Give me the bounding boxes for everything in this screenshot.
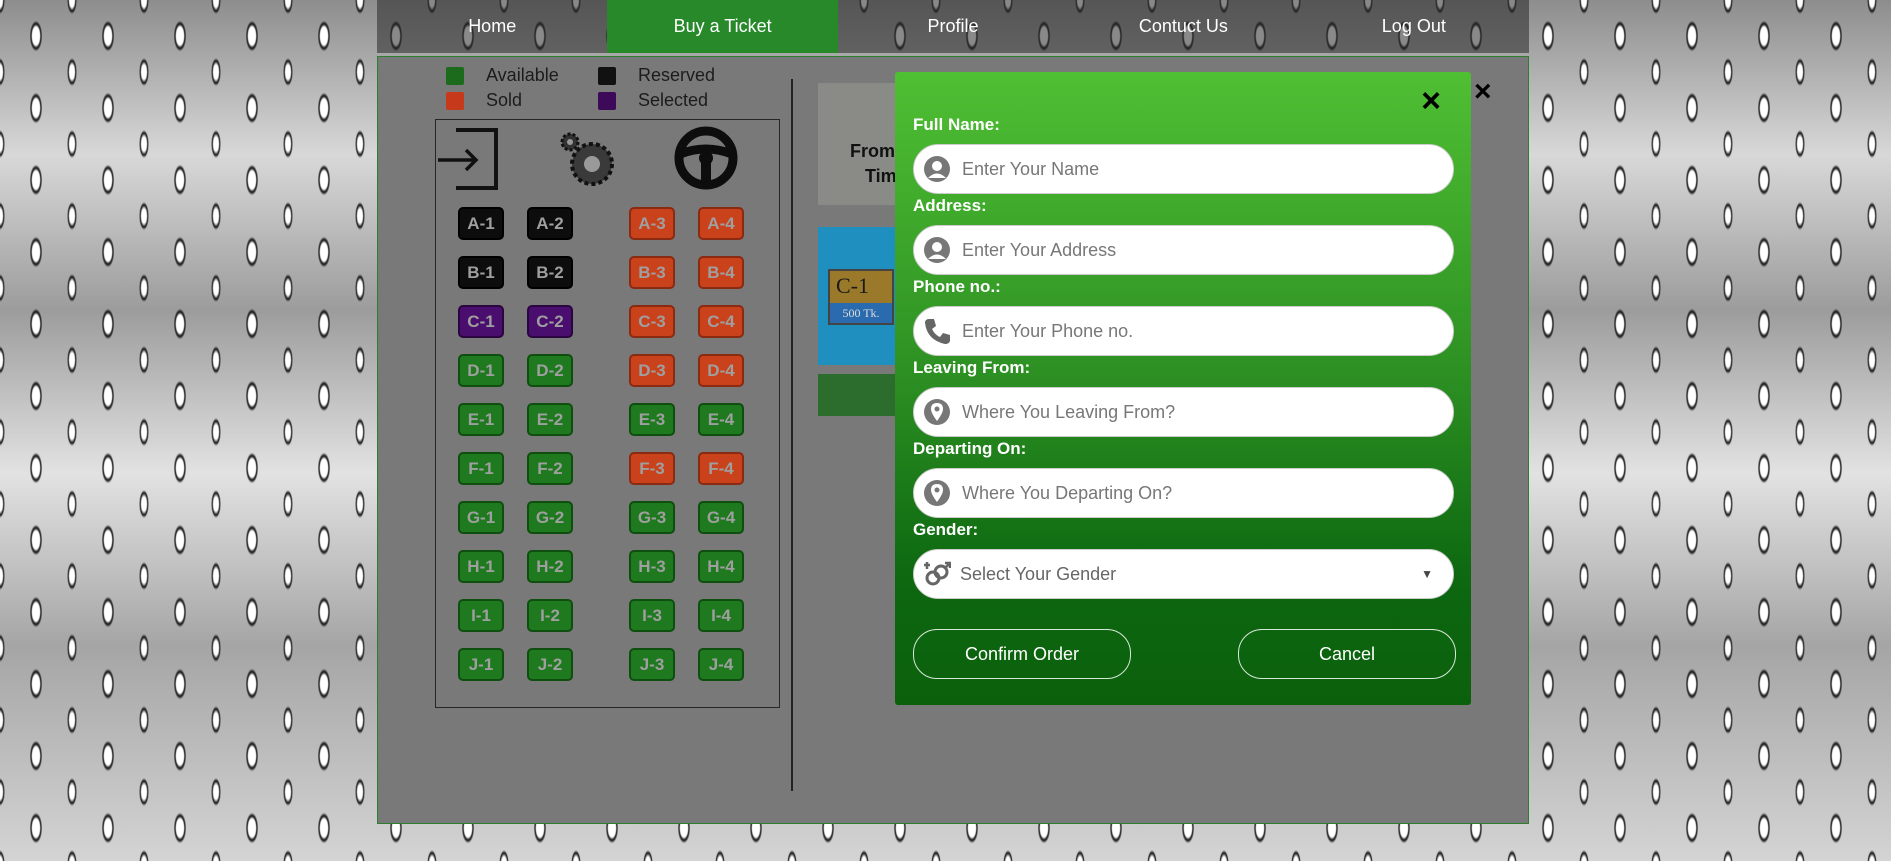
seat-h-2[interactable]: H-2 xyxy=(527,550,573,583)
seat-e-2[interactable]: E-2 xyxy=(527,403,573,436)
seat-f-4[interactable]: F-4 xyxy=(698,452,744,485)
seat-b-3[interactable]: B-3 xyxy=(629,256,675,289)
leaving-from-field xyxy=(913,387,1454,437)
seat-e-3[interactable]: E-3 xyxy=(629,403,675,436)
seat-b-1[interactable]: B-1 xyxy=(458,256,504,289)
cancel-button[interactable]: Cancel xyxy=(1238,629,1456,679)
leaving-from-input[interactable] xyxy=(960,388,1453,436)
legend-available-label: Available xyxy=(486,65,559,85)
gender-select[interactable]: Select Your Gender ▼ xyxy=(913,549,1454,599)
sold-swatch xyxy=(446,91,464,110)
seat-e-4[interactable]: E-4 xyxy=(698,403,744,436)
legend-available: Available xyxy=(446,65,559,86)
full-name-input[interactable] xyxy=(960,145,1453,193)
seat-g-1[interactable]: G-1 xyxy=(458,501,504,534)
seat-a-3[interactable]: A-3 xyxy=(629,207,675,240)
seat-c-2[interactable]: C-2 xyxy=(527,305,573,338)
steering-wheel-icon xyxy=(674,126,738,190)
departing-on-label: Departing On: xyxy=(913,439,1027,458)
user-icon xyxy=(922,235,952,265)
full-name-field xyxy=(913,144,1454,194)
address-label: Address: xyxy=(913,196,987,215)
seat-d-4[interactable]: D-4 xyxy=(698,354,744,387)
confirm-order-button[interactable]: Confirm Order xyxy=(913,629,1131,679)
panel-close-icon[interactable]: × xyxy=(1474,75,1492,109)
top-nav: Home Buy a Ticket Profile Contuct Us Log… xyxy=(377,0,1529,53)
seat-i-2[interactable]: I-2 xyxy=(527,599,573,632)
seat-f-2[interactable]: F-2 xyxy=(527,452,573,485)
nav-logout[interactable]: Log Out xyxy=(1299,0,1529,53)
ticket-seat-badge: C-1 500 Tk. xyxy=(828,269,894,325)
departing-on-input[interactable] xyxy=(960,469,1453,517)
legend-selected-label: Selected xyxy=(638,90,709,110)
seat-j-1[interactable]: J-1 xyxy=(458,648,504,681)
seat-a-2[interactable]: A-2 xyxy=(527,207,573,240)
engine-icon xyxy=(560,132,614,186)
nav-contact[interactable]: Contuct Us xyxy=(1068,0,1298,53)
selected-swatch xyxy=(598,91,616,110)
seat-f-3[interactable]: F-3 xyxy=(629,452,675,485)
seat-c-3[interactable]: C-3 xyxy=(629,305,675,338)
seat-d-1[interactable]: D-1 xyxy=(458,354,504,387)
seat-c-4[interactable]: C-4 xyxy=(698,305,744,338)
chevron-down-icon: ▼ xyxy=(1421,567,1433,581)
phone-label: Phone no.: xyxy=(913,277,1001,296)
nav-home[interactable]: Home xyxy=(377,0,607,53)
seat-i-3[interactable]: I-3 xyxy=(629,599,675,632)
seat-j-2[interactable]: J-2 xyxy=(527,648,573,681)
legend-sold: Sold xyxy=(446,90,522,111)
phone-field xyxy=(913,306,1454,356)
seat-map: A-1 A-2 A-3 A-4 B-1 B-2 B-3 B-4 C-1 C-2 C-3 C-4 D-1 D… xyxy=(435,119,780,708)
seat-h-3[interactable]: H-3 xyxy=(629,550,675,583)
available-swatch xyxy=(446,66,464,85)
ticket-seat-label: C-1 xyxy=(836,273,869,298)
seat-i-1[interactable]: I-1 xyxy=(458,599,504,632)
seat-g-2[interactable]: G-2 xyxy=(527,501,573,534)
nav-buy-ticket[interactable]: Buy a Ticket xyxy=(607,0,838,53)
seat-d-3[interactable]: D-3 xyxy=(629,354,675,387)
seat-i-4[interactable]: I-4 xyxy=(698,599,744,632)
leaving-from-label: Leaving From: xyxy=(913,358,1031,377)
seat-j-4[interactable]: J-4 xyxy=(698,648,744,681)
ticket-price: 500 Tk. xyxy=(830,303,892,323)
nav-profile[interactable]: Profile xyxy=(838,0,1068,53)
seat-a-4[interactable]: A-4 xyxy=(698,207,744,240)
seat-f-1[interactable]: F-1 xyxy=(458,452,504,485)
legend-sold-label: Sold xyxy=(486,90,523,110)
seat-h-4[interactable]: H-4 xyxy=(698,550,744,583)
seat-h-1[interactable]: H-1 xyxy=(458,550,504,583)
phone-icon xyxy=(922,316,952,346)
location-pin-icon xyxy=(922,478,952,508)
seat-b-4[interactable]: B-4 xyxy=(698,256,744,289)
exit-icon xyxy=(438,128,498,190)
location-pin-icon xyxy=(922,397,952,427)
seat-g-4[interactable]: G-4 xyxy=(698,501,744,534)
seat-e-1[interactable]: E-1 xyxy=(458,403,504,436)
gender-label: Gender: xyxy=(913,520,979,539)
seat-g-3[interactable]: G-3 xyxy=(629,501,675,534)
panel-divider xyxy=(791,79,793,791)
user-icon xyxy=(922,154,952,184)
gender-selected-value: Select Your Gender xyxy=(960,563,1117,584)
seat-b-2[interactable]: B-2 xyxy=(527,256,573,289)
modal-close-icon[interactable]: × xyxy=(1421,84,1441,118)
seat-j-3[interactable]: J-3 xyxy=(629,648,675,681)
reserved-swatch xyxy=(598,66,616,85)
departing-on-field xyxy=(913,468,1454,518)
seat-d-2[interactable]: D-2 xyxy=(527,354,573,387)
order-modal: × Full Name: Address: Phone no.: Leaving… xyxy=(895,72,1471,705)
seat-a-1[interactable]: A-1 xyxy=(458,207,504,240)
address-input[interactable] xyxy=(960,226,1453,274)
legend-reserved-label: Reserved xyxy=(638,65,716,85)
full-name-label: Full Name: xyxy=(913,115,1000,134)
gender-icon xyxy=(922,559,952,589)
seat-c-1[interactable]: C-1 xyxy=(458,305,504,338)
legend-selected: Selected xyxy=(598,90,708,111)
address-field xyxy=(913,225,1454,275)
legend-reserved: Reserved xyxy=(598,65,715,86)
phone-input[interactable] xyxy=(960,307,1453,355)
